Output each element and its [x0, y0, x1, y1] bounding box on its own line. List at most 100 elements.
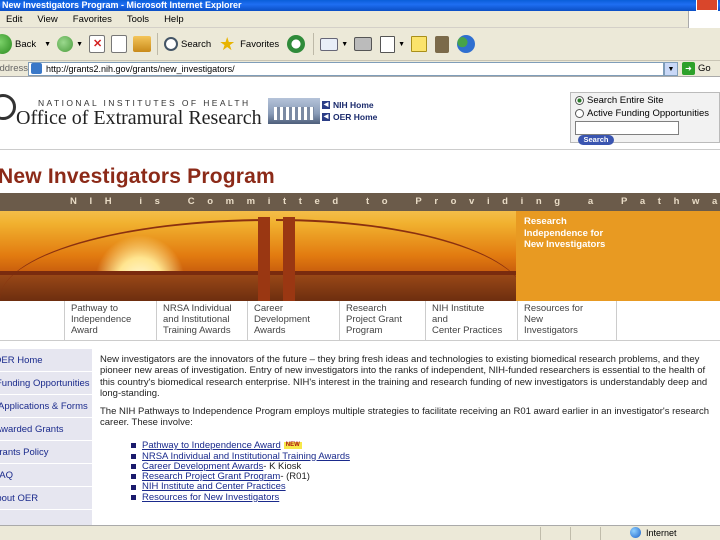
- address-bar: Address http://grants2.nih.gov/grants/ne…: [0, 61, 720, 77]
- forward-button[interactable]: [57, 36, 74, 52]
- menu-tools[interactable]: Tools: [127, 14, 149, 25]
- intro-paragraph: New investigators are the innovators of …: [100, 354, 708, 399]
- search-icon: [164, 37, 178, 51]
- tab-line: Research: [346, 303, 387, 314]
- search-funding-option[interactable]: Active Funding Opportunities: [575, 108, 715, 119]
- tab-pathway[interactable]: Pathway to Independence Award: [64, 301, 156, 341]
- banner-strip-text: NIH is Committed to Providing a Pathway …: [0, 193, 720, 211]
- oer-home-label: OER Home: [333, 112, 378, 122]
- site-search-panel: Search Entire Site Active Funding Opport…: [570, 92, 720, 146]
- menu-edit[interactable]: Edit: [6, 14, 22, 25]
- program-tabs: Pathway to Independence Award NRSA Indiv…: [0, 301, 720, 341]
- nih-home-label: NIH Home: [333, 100, 374, 110]
- nih-home-link[interactable]: ◀ NIH Home: [322, 100, 377, 110]
- print-icon[interactable]: [354, 37, 373, 51]
- mail-icon[interactable]: [320, 37, 339, 51]
- tab-line: Project Grant: [346, 314, 402, 325]
- tab-resources[interactable]: Resources for New Investigators: [517, 301, 617, 341]
- menu-view[interactable]: View: [37, 14, 57, 25]
- go-button[interactable]: ➜ Go: [682, 62, 711, 75]
- bullet-icon: [131, 464, 136, 470]
- nav-faq[interactable]: FAQ: [0, 464, 92, 487]
- address-input[interactable]: http://grants2.nih.gov/grants/new_invest…: [28, 61, 664, 76]
- go-arrow-icon: ➜: [682, 62, 695, 75]
- discuss-icon[interactable]: [411, 36, 428, 52]
- research-icon[interactable]: [435, 35, 450, 53]
- page-icon: [31, 63, 42, 74]
- status-cell: [600, 526, 626, 540]
- tab-line: Training Awards: [163, 325, 231, 336]
- search-input[interactable]: [575, 121, 679, 135]
- list-item: Resources for New Investigators: [131, 492, 720, 503]
- search-submit-button[interactable]: Search: [578, 135, 614, 146]
- tab-line: Independence: [71, 314, 132, 325]
- toolbar: Back ▼ ▼ Search ★ Favorites ▼ ▼: [0, 28, 720, 61]
- radio-selected[interactable]: [575, 96, 584, 105]
- tab-research[interactable]: Research Project Grant Program: [339, 301, 425, 341]
- messenger-icon[interactable]: [457, 35, 476, 53]
- arrow-icon: ◀: [322, 113, 330, 121]
- menu-help[interactable]: Help: [164, 14, 184, 25]
- tab-line: Award: [71, 325, 98, 336]
- tab-line: Awards: [254, 325, 286, 336]
- nav-applications[interactable]: Applications & Forms: [0, 395, 92, 418]
- forward-dropdown-icon[interactable]: ▼: [76, 41, 83, 48]
- nav-funding[interactable]: Funding Opportunities: [0, 372, 92, 395]
- globe-icon: [630, 527, 641, 538]
- tab-nrsa[interactable]: NRSA Individual and Institutional Traini…: [156, 301, 247, 341]
- tab-institute[interactable]: NIH Institute and Center Practices: [425, 301, 517, 341]
- home-icon[interactable]: [133, 36, 151, 52]
- address-label: Address: [0, 63, 28, 74]
- list-item: NRSA Individual and Institutional Traini…: [131, 451, 720, 462]
- tab-line: Center Practices: [432, 325, 503, 336]
- org-title: Office of Extramural Research: [16, 107, 262, 129]
- link-resources[interactable]: Resources for New Investigators: [142, 492, 279, 503]
- arrow-icon: ◀: [322, 101, 330, 109]
- nav-awarded[interactable]: Awarded Grants: [0, 418, 92, 441]
- oer-home-link[interactable]: ◀ OER Home: [322, 112, 377, 122]
- nav-oer-home[interactable]: OER Home: [0, 349, 92, 372]
- back-dropdown-icon[interactable]: ▼: [44, 41, 51, 48]
- tab-line: Investigators: [524, 325, 578, 336]
- edit-dropdown-icon[interactable]: ▼: [398, 41, 405, 48]
- tab-line: New: [524, 314, 544, 325]
- search-label: Search: [181, 38, 212, 50]
- stop-icon[interactable]: [89, 35, 105, 53]
- back-arrow-icon: [0, 34, 12, 54]
- building-image: [268, 98, 320, 124]
- tab-line: Development: [254, 314, 310, 325]
- search-button[interactable]: Search: [164, 37, 211, 51]
- tab-career[interactable]: Career Development Awards: [247, 301, 339, 341]
- radio-unselected[interactable]: [575, 109, 584, 118]
- edit-icon[interactable]: [380, 35, 396, 53]
- toolbar-separator: [313, 33, 315, 55]
- bridge-tower: [258, 217, 270, 301]
- header-divider: [0, 149, 720, 150]
- bullet-icon: [131, 494, 136, 500]
- window-title: New Investigators Program - Microsoft In…: [2, 0, 242, 10]
- favorites-button[interactable]: ★ Favorites: [219, 35, 279, 53]
- address-dropdown-icon[interactable]: ▼: [664, 61, 678, 76]
- search-funding-label: Active Funding Opportunities: [587, 108, 709, 119]
- back-button[interactable]: Back: [0, 34, 36, 54]
- window-title-bar: New Investigators Program - Microsoft In…: [0, 0, 720, 11]
- security-zone: Internet: [630, 527, 677, 538]
- left-nav: OER Home Funding Opportunities Applicati…: [0, 349, 92, 525]
- mail-dropdown-icon[interactable]: ▼: [341, 41, 348, 48]
- tab-line: Career: [254, 303, 284, 314]
- nav-about[interactable]: About OER: [0, 487, 92, 510]
- search-site-option[interactable]: Search Entire Site: [575, 95, 715, 106]
- strategy-paragraph: The NIH Pathways to Independence Program…: [100, 406, 710, 429]
- list-item: NIH Institute and Center Practices: [131, 481, 720, 492]
- menu-favorites[interactable]: Favorites: [73, 14, 112, 25]
- address-url: http://grants2.nih.gov/grants/new_invest…: [46, 63, 235, 74]
- tab-line: Program: [346, 325, 383, 336]
- refresh-icon[interactable]: [111, 35, 127, 53]
- tab-line: NIH Institute: [432, 303, 485, 314]
- history-icon[interactable]: [287, 35, 306, 53]
- close-window-button[interactable]: [696, 0, 718, 11]
- tab-line: and: [432, 314, 448, 325]
- back-label: Back: [15, 38, 37, 50]
- tab-line: Pathway to: [71, 303, 118, 314]
- nav-policy[interactable]: Grants Policy: [0, 441, 92, 464]
